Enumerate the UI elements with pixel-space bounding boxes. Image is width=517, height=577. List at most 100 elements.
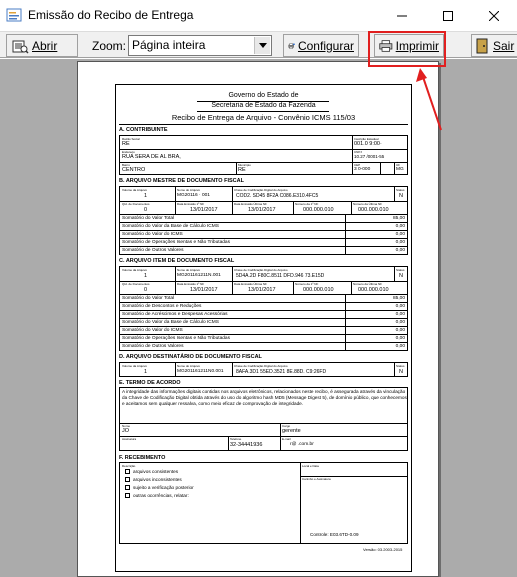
table-row: Somatório de Outros Valores 0,00: [119, 247, 408, 255]
chave-value: 8AFA.3D1 55ED.3521 8E.88D. C9:26FD: [236, 369, 327, 375]
receipt-document: Governo do Estado de Secretaria de Estad…: [115, 84, 412, 574]
header-line-3: Recibo de Entrega de Arquivo - Convênio …: [171, 113, 356, 122]
configure-label: Configurar: [297, 38, 354, 53]
volumes-label: Volume da Arquivo: [122, 188, 148, 192]
configure-button[interactable]: Configurar: [283, 34, 359, 57]
minimize-icon: [397, 15, 407, 16]
assinatura-label: Assinatura: [122, 437, 137, 441]
num-ini-value: 000.000.010: [303, 207, 334, 213]
email-label: E-mail: [282, 437, 291, 441]
header-divider: [197, 111, 329, 112]
data-ini-value: 13/01/2017: [190, 287, 218, 293]
nome-arquivo-label: Nome do Arquivo: [177, 268, 201, 272]
status-label: Status: [396, 188, 405, 192]
section-f-title: F. RECEBIMENTO: [119, 455, 166, 461]
table-row: Somatório do Valor da Base de Cálculo IC…: [119, 319, 408, 327]
chave-label: Chave de Codificação Digital do Arquivo: [234, 188, 288, 192]
data-fim-label: Data Emissão Última NF: [234, 202, 267, 206]
table-row: Somatório do Valor Total 85,00: [119, 215, 408, 223]
descricao-label: Descrição: [122, 464, 136, 468]
status-label: Status: [396, 268, 405, 272]
num-fim-value: 000.000.010: [358, 207, 389, 213]
open-button[interactable]: Abrir: [6, 34, 78, 57]
minimize-button[interactable]: [379, 0, 425, 31]
num-fim-label: Número da Última NF: [353, 282, 383, 286]
table-row: Somatório de Acréscimos e Despesas Acess…: [119, 311, 408, 319]
data-ini-label: Data Emissão 1º NF: [177, 202, 205, 206]
table-row: Somatório de Outros Valores 0,00: [119, 343, 408, 351]
status-label: Status: [396, 364, 405, 368]
zoom-dropdown-button[interactable]: [254, 37, 270, 54]
nome-arquivo-value: MG201161211N0.001: [177, 369, 224, 374]
section-b-box: Volume da Arquivo 1 Nome do Arquivo MG20…: [119, 186, 408, 215]
num-ini-value: 000.000.010: [303, 287, 334, 293]
data-fim-value: 13/01/2017: [248, 207, 276, 213]
qtd-label: Qtd. de Documentos: [122, 282, 150, 286]
section-a-box: Razão Social RE Inscrição Estadual 001.0…: [119, 135, 408, 175]
data-ini-label: Data Emissão 1º NF: [177, 282, 205, 286]
zoom-select[interactable]: Página inteira: [128, 35, 272, 56]
maximize-button[interactable]: [425, 0, 471, 31]
section-d-box: Volume da Arquivo 1 Nome do Arquivo MG20…: [119, 362, 408, 377]
table-row: Somatório do Valor do ICMS 0,00: [119, 327, 408, 335]
num-fim-value: 000.000.010: [358, 287, 389, 293]
open-folder-icon: [12, 40, 29, 54]
qtd-value: 0: [144, 287, 148, 293]
local-data-label: Local e Data: [302, 464, 319, 468]
maximize-icon: [443, 10, 453, 21]
bairro-value: CENTRO: [122, 167, 146, 173]
checkbox-inconsistentes: arquivos inconsistentes: [125, 477, 182, 482]
header-line-2: Secretaria de Estado da Fazenda: [211, 102, 316, 109]
status-value: N: [399, 273, 403, 279]
exit-label: Sair: [493, 38, 515, 53]
annotation-arrow-icon: [416, 68, 442, 131]
exit-door-icon: [476, 38, 488, 53]
num-fim-label: Número da Última NF: [353, 202, 383, 206]
cnpj-value: 10.27 /0001-55: [354, 154, 385, 159]
volumes-value: 1: [144, 273, 148, 279]
num-ini-label: Número da 1º NF: [295, 282, 319, 286]
nome-arquivo-value: MG20116 · 001: [177, 193, 210, 198]
chave-label: Chave de Codificação Digital do Arquivo: [234, 268, 288, 272]
checkbox-outras: outras ocorrências, relatar:: [125, 493, 189, 498]
preview-area[interactable]: Governo do Estado de Secretaria de Estad…: [0, 59, 517, 577]
status-value: N: [399, 369, 403, 375]
header-rule: [119, 124, 408, 125]
telefone-label: Telefone: [230, 437, 242, 441]
title-bar: Emissão do Recibo de Entrega: [0, 0, 517, 31]
volumes-value: 1: [144, 193, 148, 199]
zoom-value: Página inteira: [132, 38, 206, 52]
table-row: Somatório de Operações Isentas e Não Tri…: [119, 335, 408, 343]
data-fim-label: Data Emissão Última NF: [234, 282, 267, 286]
chevron-down-icon: [258, 43, 267, 48]
section-e-box: A integridade das informações digitais c…: [119, 387, 408, 451]
checkbox-verificacao: sujeito a verificação posterior: [125, 485, 194, 490]
table-row: Somatório de Operações Isentas e Não Tri…: [119, 239, 408, 247]
table-row: Somatório do Valor do ICMS 0,00: [119, 231, 408, 239]
nome-arquivo-label: Nome do Arquivo: [177, 188, 201, 192]
checkbox-consistentes: arquivos consistentes: [125, 469, 178, 474]
volumes-label: Volume da Arquivo: [122, 268, 148, 272]
open-label: Abrir: [32, 38, 58, 53]
printer-setup-icon: [288, 42, 295, 49]
print-highlight-box: [368, 31, 446, 67]
app-icon: [6, 8, 22, 22]
cep-value: 3 0-000: [354, 167, 371, 172]
endereco-value: RUA SERA DE AL BRA,: [122, 154, 181, 160]
razao-value: RE: [122, 141, 130, 147]
table-row: Somatório do Valor da Base de Cálculo IC…: [119, 223, 408, 231]
window-title: Emissão do Recibo de Entrega: [28, 8, 194, 22]
close-button[interactable]: [471, 0, 517, 31]
email-value: r@ .com.br: [290, 442, 314, 447]
section-d-title: D. ARQUIVO DESTINATÁRIO DE DOCUMENTO FIS…: [119, 354, 262, 360]
section-b-title: B. ARQUIVO MESTRE DE DOCUMENTO FISCAL: [119, 178, 244, 184]
section-a-title: A. CONTRIBUINTE: [119, 127, 168, 133]
exit-button[interactable]: Sair: [471, 34, 517, 57]
carimbo-label: Carimbo e Assinatura: [302, 477, 331, 481]
qtd-label: Qtd. de Documentos: [122, 202, 150, 206]
chave-value: 5D4A.2D F80C.8511 DFD.946 73.E15D: [236, 273, 325, 279]
status-value: N: [399, 193, 403, 199]
controle-text: Controle: E03.6TD-0.09: [310, 532, 359, 537]
chave-label: Chave de Codificação Digital do Arquivo: [234, 364, 288, 368]
data-ini-value: 13/01/2017: [190, 207, 218, 213]
